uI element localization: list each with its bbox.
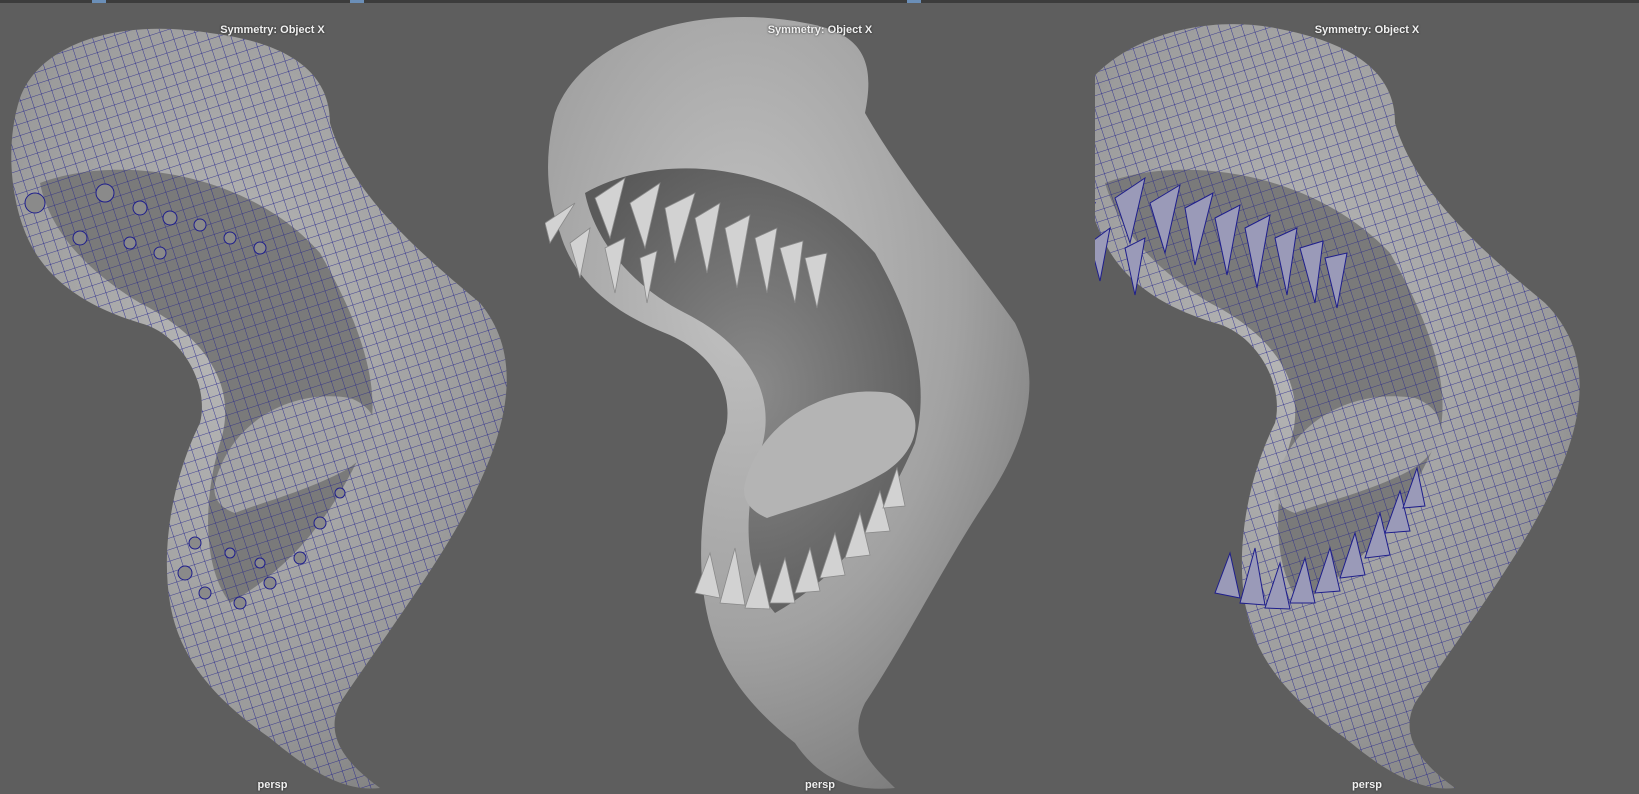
camera-label: persp [805,779,835,791]
creature-mesh-wireframe [11,28,507,789]
camera-label: persp [257,779,288,791]
viewport-right[interactable]: Symmetry: Object X persp [1095,3,1639,794]
viewport-panel-layout: Symmetry: Object X persp Symmetry: Objec… [0,3,1639,794]
symmetry-label: Symmetry: Object X [767,24,873,36]
camera-label: persp [1352,779,1382,791]
symmetry-label: Symmetry: Object X [1314,24,1420,36]
viewport-center[interactable]: Symmetry: Object X persp [545,3,1095,794]
viewport-left[interactable]: Symmetry: Object X persp [0,3,545,794]
symmetry-label: Symmetry: Object X [220,24,325,36]
creature-mesh-shaded [545,17,1030,789]
creature-mesh-wireframe-teeth [1095,24,1580,789]
